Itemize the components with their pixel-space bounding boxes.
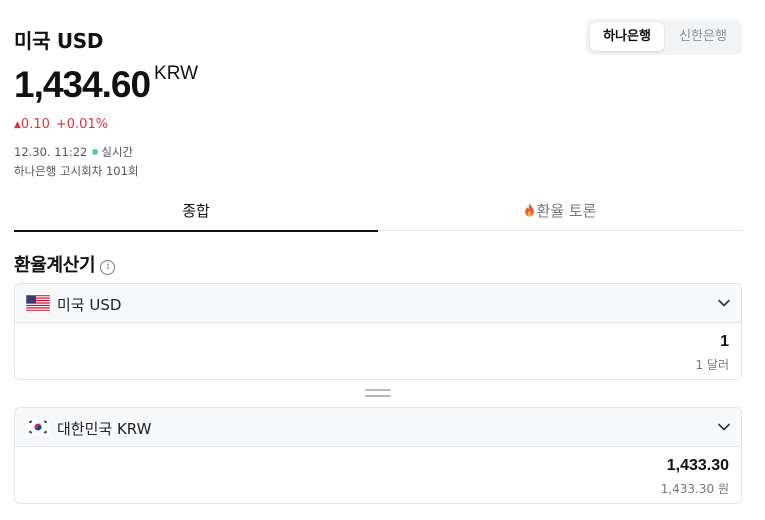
bank-option-hana[interactable]: 하나은행 (590, 23, 664, 51)
swap-handle-bar (365, 389, 391, 391)
chevron-down-icon (718, 299, 730, 307)
live-label: 실시간 (101, 145, 134, 159)
chevron-down-icon (718, 423, 730, 431)
info-icon[interactable]: i (100, 260, 116, 275)
change-row: ▲0.10 +0.01% (14, 117, 108, 132)
tab-summary[interactable]: 종합 (14, 198, 378, 232)
timestamp-row: 12.30. 11:22 실시간 (14, 144, 133, 160)
change-percent: +0.01% (55, 117, 109, 132)
price-unit: KRW (154, 63, 199, 84)
fire-icon (524, 203, 534, 217)
bank-option-shinhan[interactable]: 신한은행 (666, 23, 740, 51)
swap-handle[interactable] (365, 389, 391, 401)
bank-toggle: 하나은행 신한은행 (586, 19, 742, 55)
from-amount-text: 1 달러 (695, 358, 729, 372)
notice-round: 하나은행 고시회차 101회 (14, 164, 139, 178)
price-row: 1,434.60 KRW (14, 63, 198, 106)
to-amount-field[interactable]: 1,433.30 1,433.30 원 (15, 447, 741, 503)
swap-handle-bar (365, 395, 391, 397)
to-amount-value: 1,433.30 (666, 457, 729, 474)
calculator-title-text: 환율계산기 (14, 255, 96, 276)
page-title: 미국 USD (14, 29, 104, 53)
up-arrow-icon: ▲ (14, 120, 21, 130)
from-currency-label: 미국 USD (57, 296, 122, 314)
calculator-title: 환율계산기 i (14, 251, 116, 277)
to-amount-text: 1,433.30 원 (660, 482, 729, 496)
to-currency-box: 대한민국 KRW 1,433.30 1,433.30 원 (14, 407, 742, 504)
timestamp: 12.30. 11:22 (14, 145, 88, 159)
from-amount-field[interactable]: 1 1 달러 (15, 323, 741, 379)
kr-flag-icon (26, 419, 50, 435)
from-currency-select[interactable]: 미국 USD (15, 284, 741, 323)
to-currency-label: 대한민국 KRW (57, 420, 152, 438)
tab-divider (378, 230, 742, 231)
to-currency-select[interactable]: 대한민국 KRW (15, 408, 741, 447)
us-flag-icon (26, 295, 50, 311)
tab-discussion-label: 환율 토론 (536, 202, 597, 220)
tab-summary-label: 종합 (182, 202, 210, 220)
change-value: 0.10 (20, 117, 50, 132)
exchange-rate-price: 1,434.60 (14, 64, 151, 105)
from-currency-box: 미국 USD 1 1 달러 (14, 283, 742, 380)
live-dot-icon (92, 149, 99, 155)
from-amount-value: 1 (720, 333, 729, 350)
tab-discussion[interactable]: 환율 토론 (378, 198, 742, 230)
